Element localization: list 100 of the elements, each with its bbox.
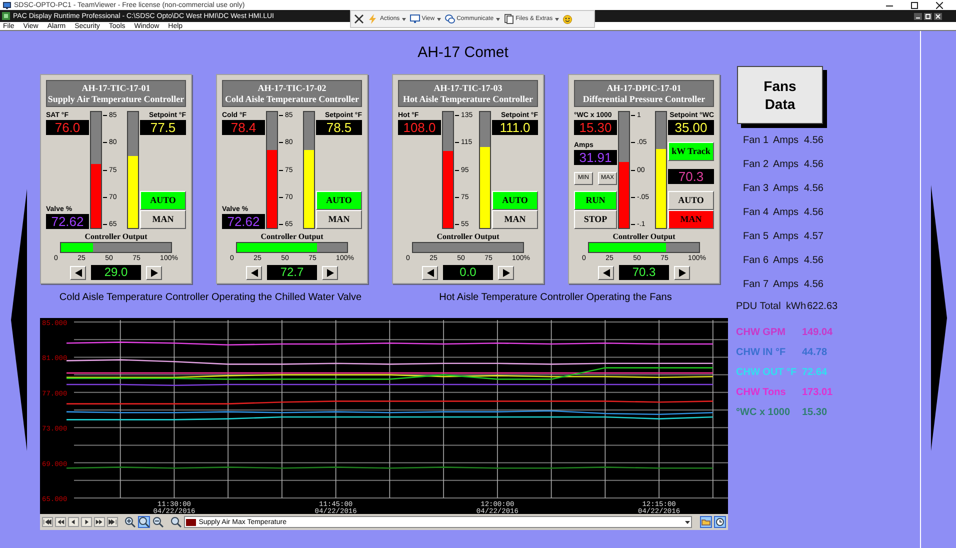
toggle-button[interactable]: AUTO	[140, 191, 186, 210]
fan-label: Fan 1	[743, 136, 770, 146]
right-triangle-icon	[678, 268, 686, 276]
back-icon[interactable]	[68, 517, 79, 527]
smiley-icon[interactable]	[562, 14, 572, 24]
chw-label: CHW IN °F	[736, 348, 787, 358]
unit-label: kWh	[786, 302, 807, 312]
left-triangle-icon	[602, 268, 610, 276]
increase-button[interactable]	[674, 266, 690, 280]
folder-icon[interactable]	[700, 516, 712, 528]
toggle-button[interactable]: STOP	[574, 210, 617, 229]
zoom-fit-icon[interactable]	[138, 516, 150, 528]
restore-icon[interactable]	[924, 12, 932, 20]
controller-tag: AH-17-TIC-17-03	[434, 82, 502, 94]
readout-value: 72.62	[227, 214, 260, 229]
lightning-icon	[368, 14, 378, 24]
close-icon[interactable]	[936, 2, 943, 8]
readout-value: 35.00	[674, 120, 708, 135]
fan-label: Fan 6	[743, 256, 770, 266]
minimize-icon[interactable]	[914, 12, 922, 20]
readout-value: 108.0	[403, 120, 436, 135]
unit-label: Amps	[773, 136, 800, 146]
pdu-label: PDU Total	[736, 302, 782, 312]
zoom-out-icon[interactable]	[152, 516, 164, 528]
fast-forward-icon[interactable]	[94, 517, 105, 527]
left-arrow-icon[interactable]	[11, 189, 27, 451]
output-value: 0.0	[443, 265, 493, 280]
screen-title: AH-17 Comet	[418, 45, 508, 60]
controller-tag: AH-17-DPIC-17-01	[606, 82, 682, 94]
unit-label: Amps	[773, 280, 800, 290]
fan-amps-value: 4.56	[804, 160, 824, 170]
last-icon[interactable]	[106, 517, 118, 527]
unit-label: Amps	[773, 256, 800, 266]
toggle-button[interactable]: kW Track	[668, 142, 714, 162]
chat-icon	[444, 14, 455, 24]
readout-value: 78.4	[230, 120, 256, 135]
unit-label: Amps	[773, 184, 800, 194]
output-value: 70.3	[619, 265, 669, 280]
toggle-button[interactable]: MAN	[492, 210, 538, 229]
output-label: Controller Output	[436, 232, 500, 242]
unit-label: Amps	[773, 232, 800, 242]
toggle-button[interactable]: MAN	[668, 210, 714, 229]
clock-icon[interactable]	[714, 516, 726, 528]
controller-title: Supply Air Temperature Controller	[48, 94, 184, 104]
chw-label: CHW OUT °F	[736, 368, 798, 378]
monitor-icon	[410, 14, 420, 24]
fan-label: Fan 2	[743, 160, 770, 170]
decrease-button[interactable]	[598, 266, 614, 280]
readout-value: 111.0	[500, 120, 530, 135]
chw-label: °WC x 1000	[736, 408, 792, 418]
increase-button[interactable]	[498, 266, 514, 280]
readout-value: 77.5	[150, 120, 176, 135]
increase-button[interactable]	[322, 266, 338, 280]
right-triangle-icon	[502, 268, 510, 276]
fan-amps-value: 4.56	[804, 184, 824, 194]
controller-title: Differential Pressure Controller	[582, 94, 706, 104]
zoom-in-icon[interactable]	[124, 516, 136, 528]
controller-tag: AH-17-TIC-17-01	[82, 82, 150, 94]
decrease-button[interactable]	[422, 266, 438, 280]
unit-label: Amps	[773, 208, 800, 218]
fan-amps-value: 4.56	[804, 280, 824, 290]
maximize-icon[interactable]	[911, 2, 918, 8]
rewind-icon[interactable]	[54, 517, 66, 527]
fan-label: Fan 3	[743, 184, 770, 194]
chw-value: 149.04	[802, 328, 833, 338]
fan-label: Fan 5	[743, 232, 770, 242]
output-value: 29.0	[91, 265, 141, 280]
decrease-button[interactable]	[70, 266, 86, 280]
toggle-button[interactable]: RUN	[574, 190, 617, 210]
right-triangle-icon	[326, 268, 334, 276]
output-label: Controller Output	[612, 232, 676, 242]
increase-button[interactable]	[146, 266, 162, 280]
right-triangle-icon	[150, 268, 158, 276]
fan-amps-value: 4.56	[804, 136, 824, 146]
toggle-button[interactable]: MAN	[140, 210, 186, 229]
readout-value: 76.0	[54, 120, 80, 135]
decrease-button[interactable]	[246, 266, 262, 280]
right-arrow-icon[interactable]	[930, 185, 946, 451]
fan-amps-value: 4.57	[804, 232, 824, 242]
caption: Cold Aisle Temperature Controller Operating the Chilled Water Valve	[58, 293, 363, 303]
magnifier-icon[interactable]	[170, 516, 182, 528]
chw-value: 44.78	[802, 348, 828, 358]
app-icon	[2, 12, 10, 20]
left-triangle-icon	[426, 268, 434, 276]
readout-value: 78.5	[326, 120, 352, 135]
toggle-button[interactable]: AUTO	[316, 191, 362, 210]
readout-value: 70.3	[678, 168, 704, 184]
left-triangle-icon	[74, 268, 82, 276]
chw-label: CHW GPM	[736, 328, 786, 338]
chw-value: 173.01	[802, 388, 833, 398]
toggle-button[interactable]: MAN	[316, 210, 362, 229]
controller-title: Cold Aisle Temperature Controller	[225, 94, 359, 104]
toggle-button[interactable]: AUTO	[668, 190, 714, 210]
forward-icon[interactable]	[80, 517, 92, 527]
fan-amps-value: 4.56	[804, 208, 824, 218]
chw-value: 72.64	[802, 368, 828, 378]
first-icon[interactable]	[42, 517, 53, 527]
toggle-button[interactable]: AUTO	[492, 191, 538, 210]
files-icon	[504, 14, 514, 24]
close-icon[interactable]	[354, 14, 364, 24]
